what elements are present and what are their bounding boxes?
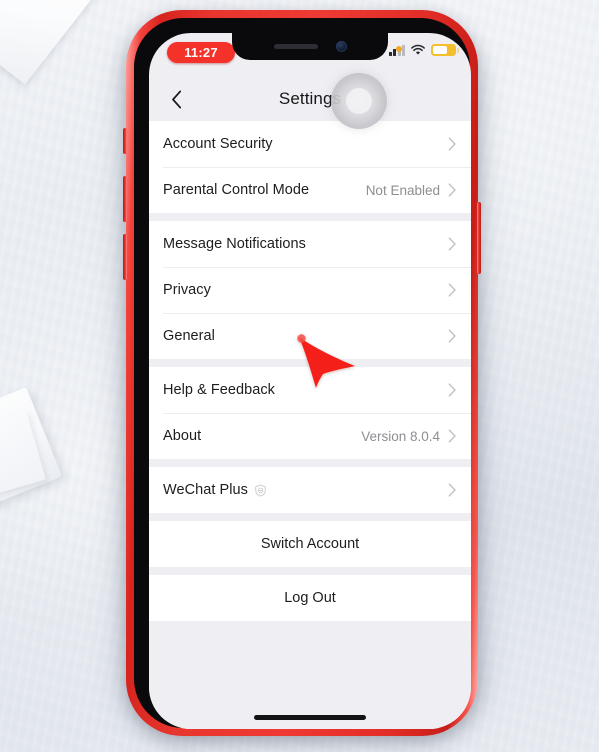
battery-icon (431, 44, 459, 56)
settings-group-4: WeChat Plus (149, 467, 471, 513)
assistive-touch-button[interactable] (331, 73, 387, 129)
row-account-security[interactable]: Account Security (149, 121, 471, 167)
navigation-bar: Settings (149, 77, 471, 121)
scene: 11:27 Settings Account Security Parental… (0, 0, 599, 752)
front-camera-icon (335, 41, 347, 52)
chevron-right-icon (448, 137, 456, 151)
wifi-icon (411, 44, 425, 55)
chevron-right-icon (448, 329, 456, 343)
group-separator (149, 567, 471, 575)
row-value: Not Enabled (365, 182, 440, 198)
row-label: About (163, 428, 202, 444)
row-parental-control-mode[interactable]: Parental Control Mode Not Enabled (149, 167, 471, 213)
group-separator (149, 513, 471, 521)
settings-list[interactable]: Account Security Parental Control Mode N… (149, 121, 471, 729)
row-about[interactable]: About Version 8.0.4 (149, 413, 471, 459)
home-indicator (254, 715, 366, 720)
log-out-button[interactable]: Log Out (149, 575, 471, 621)
chevron-right-icon (448, 283, 456, 297)
chevron-right-icon (448, 237, 456, 251)
row-label: Parental Control Mode (163, 182, 310, 198)
phone-bezel: 11:27 Settings Account Security Parental… (134, 18, 471, 729)
row-label: WeChat Plus (163, 482, 248, 498)
power-button[interactable] (477, 202, 481, 274)
volume-down-button[interactable] (123, 234, 127, 280)
row-general[interactable]: General (149, 313, 471, 359)
earpiece-speaker-icon (273, 44, 318, 49)
settings-group-3: Help & Feedback About Version 8.0.4 (149, 367, 471, 459)
switch-account-group: Switch Account (149, 521, 471, 567)
shield-badge-icon (255, 484, 266, 497)
row-wechat-plus[interactable]: WeChat Plus (149, 467, 471, 513)
mic-dot-icon (396, 46, 402, 52)
phone-screen: 11:27 Settings Account Security Parental… (149, 33, 471, 729)
settings-group-2: Message Notifications Privacy General (149, 221, 471, 359)
chevron-right-icon (448, 383, 456, 397)
silent-switch-button[interactable] (123, 128, 127, 154)
row-label: General (163, 328, 215, 344)
status-time-recording-pill: 11:27 (167, 42, 235, 63)
row-label: Account Security (163, 136, 273, 152)
cellular-bars-icon (388, 44, 405, 56)
group-separator (149, 359, 471, 367)
row-help-and-feedback[interactable]: Help & Feedback (149, 367, 471, 413)
row-label: Privacy (163, 282, 211, 298)
chevron-right-icon (448, 183, 456, 197)
row-privacy[interactable]: Privacy (149, 267, 471, 313)
switch-account-button[interactable]: Switch Account (149, 521, 471, 567)
group-separator (149, 459, 471, 467)
chevron-right-icon (448, 429, 456, 443)
row-label: Message Notifications (163, 236, 306, 252)
page-title: Settings (278, 89, 342, 108)
row-label: Help & Feedback (163, 382, 275, 398)
log-out-group: Log Out (149, 575, 471, 621)
row-value: Version 8.0.4 (361, 428, 440, 444)
notch (232, 33, 388, 60)
row-message-notifications[interactable]: Message Notifications (149, 221, 471, 267)
settings-group-1: Account Security Parental Control Mode N… (149, 121, 471, 213)
phone-device: 11:27 Settings Account Security Parental… (123, 10, 481, 736)
chevron-right-icon (448, 483, 456, 497)
status-bar-right-icons (388, 44, 459, 56)
volume-up-button[interactable] (123, 176, 127, 222)
group-separator (149, 213, 471, 221)
